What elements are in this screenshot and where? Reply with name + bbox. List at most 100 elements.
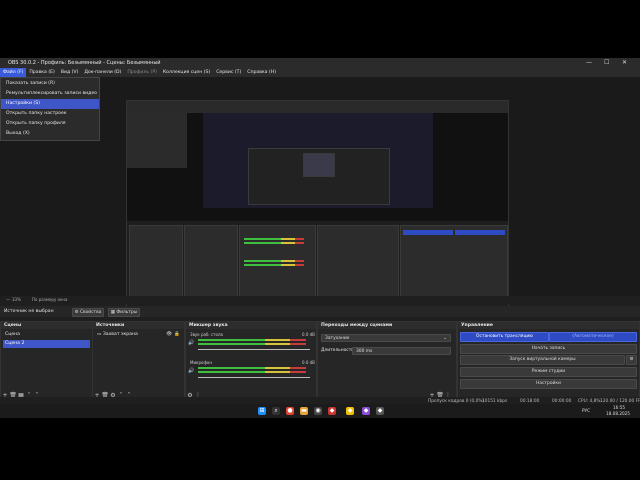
transition-select[interactable]: Затухание ⌄ xyxy=(321,334,451,342)
duration-input[interactable]: 300 ms xyxy=(352,347,451,355)
source-item[interactable]: ▭ Захват экрана 👁 🔒 xyxy=(95,331,182,339)
scene-item-selected[interactable]: Сцена 2 xyxy=(3,340,90,348)
zoom-minus-icon[interactable]: — xyxy=(6,296,10,304)
transition-value: Затухание xyxy=(325,336,350,341)
nested-stop-stream-button xyxy=(403,230,453,235)
menu-docks[interactable]: Док-панели (D) xyxy=(81,68,124,77)
stop-stream-button[interactable]: Остановить трансляцию xyxy=(460,332,549,342)
language-indicator[interactable]: РУС xyxy=(582,408,590,413)
nested-obs-titlebar xyxy=(127,101,508,113)
menu-item-open-profile-folder[interactable]: Открыть папку профиля xyxy=(1,119,99,129)
zoom-bar: — 33% По размеру окна xyxy=(0,296,640,304)
channel-db-desktop: 0.0 dB xyxy=(302,332,315,337)
sources-dock: Источники ▭ Захват экрана 👁 🔒 + 🗑⚙ ˄ ˅ xyxy=(92,321,185,401)
menu-item-show-recordings[interactable]: Показать записи (R) xyxy=(1,79,99,89)
search-icon[interactable]: ⌕ xyxy=(272,407,280,415)
obs-window: OBS 30.0.2 - Профиль: Безымянный - Сцены… xyxy=(0,58,640,407)
source-toolbar: Источник не выбран ⚙ Свойства ▦ Фильтры xyxy=(0,306,640,317)
menu-item-open-settings-folder[interactable]: Открыть папку настроек xyxy=(1,109,99,119)
menu-item-remux[interactable]: Ремультиплексировать записи видео (M) xyxy=(1,89,99,106)
chevron-down-icon: ⌄ xyxy=(443,336,447,341)
chrome-icon[interactable]: ● xyxy=(286,407,294,415)
nested-meter xyxy=(244,238,304,240)
sources-title: Источники xyxy=(93,322,184,329)
nested-pyramid xyxy=(303,153,335,177)
filters-button[interactable]: ▦ Фильтры xyxy=(108,308,140,317)
start-icon[interactable]: ⊞ xyxy=(258,407,266,415)
channel-db-mic: 0.0 dB xyxy=(302,360,315,365)
nested-dropdown xyxy=(127,113,187,168)
nested-auto-button xyxy=(455,230,505,235)
maximize-button[interactable]: ☐ xyxy=(604,58,609,68)
menu-edit[interactable]: Правка (E) xyxy=(26,68,57,77)
no-source-label: Источник не выбран xyxy=(4,309,54,314)
windows-taskbar: ⊞ ⌕ ● ▬ ◉ ◆ ◆ ◆ ◆ РУС 16:55 18.08.2025 xyxy=(0,404,640,418)
filters-label: Фильтры xyxy=(116,310,138,315)
transitions-title: Переходы между сценами xyxy=(318,322,456,329)
volume-meter xyxy=(198,339,306,341)
speaker-icon[interactable]: 🔊 xyxy=(188,340,194,346)
auto-button[interactable]: (Автоматическое) xyxy=(549,332,637,342)
window-title: OBS 30.0.2 - Профиль: Безымянный - Сцены… xyxy=(8,60,161,66)
monitor-icon: ▭ xyxy=(97,332,102,337)
volume-slider[interactable] xyxy=(198,349,310,350)
menu-item-exit[interactable]: Выход (X) xyxy=(1,129,99,139)
mic-icon[interactable]: 🔊 xyxy=(188,368,194,374)
lock-icon[interactable]: 🔒 xyxy=(174,331,180,339)
transitions-dock: Переходы между сценами Затухание ⌄ Длител… xyxy=(317,321,457,401)
clock-time[interactable]: 16:55 xyxy=(613,405,625,410)
nested-sources xyxy=(184,225,238,303)
studio-mode-button[interactable]: Режим студии xyxy=(460,367,637,377)
menu-file[interactable]: Файл (F) xyxy=(0,68,27,77)
source-label: Захват экрана xyxy=(102,332,138,337)
virtual-camera-button[interactable]: Запуск виртуальной камеры xyxy=(460,355,625,365)
title-bar: OBS 30.0.2 - Профиль: Безымянный - Сцены… xyxy=(0,58,640,68)
scenes-title: Сцены xyxy=(1,322,92,329)
duration-value: 300 ms xyxy=(356,349,373,354)
channel-name-mic: Микрофон xyxy=(190,360,212,365)
volume-meter xyxy=(198,371,306,373)
clock-date[interactable]: 18.08.2025 xyxy=(606,411,630,416)
start-recording-button[interactable]: Начать запись xyxy=(460,344,637,354)
nested-controls xyxy=(400,225,508,303)
controls-dock: Управление Остановить трансляцию (Автома… xyxy=(457,321,640,401)
audio-mixer-dock: Микшер звука Звук раб. стола 0.0 dB 🔊 Ми… xyxy=(185,321,317,401)
menu-tools[interactable]: Сервис (T) xyxy=(213,68,244,77)
scene-item[interactable]: Сцена xyxy=(3,331,90,339)
preview-screen-capture xyxy=(126,100,509,317)
properties-button[interactable]: ⚙ Свойства xyxy=(72,308,104,317)
mixer-title: Микшер звука xyxy=(186,322,316,329)
app-icon[interactable]: ◆ xyxy=(328,407,336,415)
nested-transitions xyxy=(317,225,399,303)
properties-label: Свойства xyxy=(79,310,102,315)
menu-bar: Файл (F) Правка (E) Вид (V) Док-панели (D) П… xyxy=(0,68,640,77)
zoom-mode[interactable]: По размеру окна xyxy=(32,296,67,304)
minimize-button[interactable]: — xyxy=(586,58,592,68)
volume-slider[interactable] xyxy=(198,377,310,378)
settings-button[interactable]: Настройки xyxy=(460,379,637,389)
menu-profile[interactable]: Профиль (P) xyxy=(124,68,160,77)
app-icon[interactable]: ◆ xyxy=(362,407,370,415)
visibility-icon[interactable]: 👁 xyxy=(166,331,172,339)
folder-icon[interactable]: ▬ xyxy=(300,407,308,415)
channel-name-desktop: Звук раб. стола xyxy=(190,332,223,337)
menu-view[interactable]: Вид (V) xyxy=(58,68,82,77)
app-icon[interactable]: ◆ xyxy=(346,407,354,415)
nested-scenes xyxy=(129,225,183,303)
menu-scene-collection[interactable]: Коллекция сцен (S) xyxy=(160,68,213,77)
duration-label: Длительность xyxy=(321,348,354,353)
obs-icon[interactable]: ◉ xyxy=(314,407,322,415)
virtual-camera-settings-icon[interactable]: ⚙ xyxy=(626,355,637,365)
menu-help[interactable]: Справка (H) xyxy=(244,68,279,77)
close-button[interactable]: ✕ xyxy=(622,58,627,68)
nested-meter xyxy=(244,264,304,266)
file-dropdown-menu: Показать записи (R) Ремультиплексировать… xyxy=(0,77,100,141)
zoom-percent[interactable]: 33% xyxy=(12,296,21,304)
nested-mixer xyxy=(239,225,316,303)
controls-title: Управление xyxy=(458,322,639,329)
volume-meter xyxy=(198,367,306,369)
app-icon[interactable]: ◆ xyxy=(376,407,384,415)
menu-item-settings[interactable]: Настройки (S) xyxy=(1,99,99,109)
nested-preview xyxy=(203,113,433,208)
volume-meter xyxy=(198,343,306,345)
